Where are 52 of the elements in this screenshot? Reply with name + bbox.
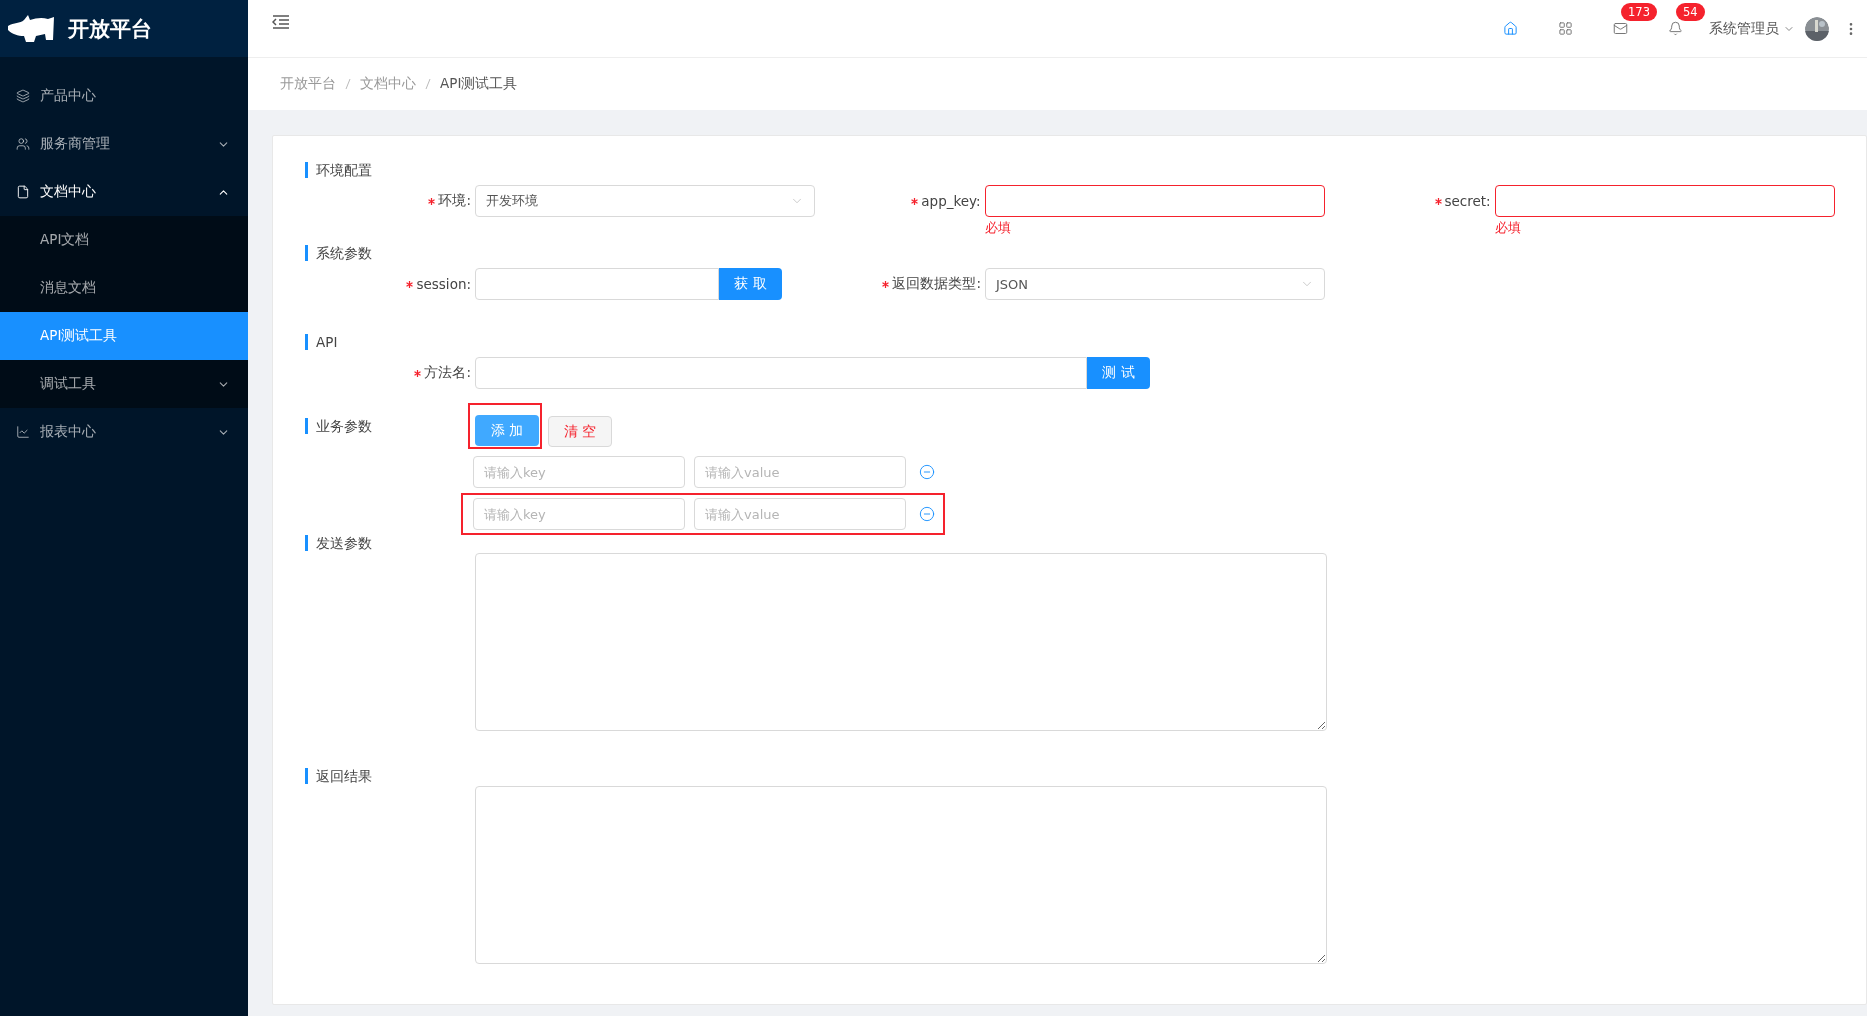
breadcrumb-item: API测试工具 xyxy=(440,75,518,93)
field-label: app_key: xyxy=(921,193,981,209)
select-field[interactable]: JSON xyxy=(985,268,1325,300)
layers-icon xyxy=(16,89,30,103)
separator-icon xyxy=(424,78,432,90)
collapse-menu-icon[interactable] xyxy=(272,14,290,30)
value-field[interactable]: 请输入value xyxy=(694,498,906,530)
error-text: 必填 xyxy=(1494,219,1522,237)
required-icon xyxy=(882,280,890,288)
mail-icon[interactable] xyxy=(1613,21,1628,36)
key-field[interactable]: 请输入key xyxy=(473,498,685,530)
home-icon[interactable] xyxy=(1503,21,1518,36)
remove-icon[interactable] xyxy=(919,506,935,522)
menu-item[interactable]: 产品中心 xyxy=(0,72,248,120)
field-label: secret: xyxy=(1444,193,1491,209)
field-label: session: xyxy=(416,276,471,292)
field-label: 返回数据类型: xyxy=(892,275,981,293)
required-icon xyxy=(414,369,422,377)
grid-icon[interactable] xyxy=(1558,21,1573,36)
key-field[interactable]: 请输入key xyxy=(473,456,685,488)
file-icon xyxy=(16,185,30,199)
count-badge: 173 xyxy=(1621,3,1657,21)
section-title: 返回结果 xyxy=(305,768,372,784)
value-field[interactable]: 请输入value xyxy=(694,456,906,488)
user-menu[interactable]: 系统管理员 xyxy=(1709,19,1795,38)
section-title: API xyxy=(305,334,338,350)
menu-item[interactable]: 文档中心 xyxy=(0,168,248,216)
error-text: 必填 xyxy=(984,219,1012,237)
bell-icon[interactable] xyxy=(1668,21,1683,36)
logo-icon xyxy=(6,13,56,44)
field-label: 方法名: xyxy=(424,364,471,382)
select-field[interactable]: 开发环境 xyxy=(475,185,815,217)
clear-button[interactable]: 清 空 xyxy=(548,416,612,447)
section-title: 环境配置 xyxy=(305,162,372,178)
count-badge: 54 xyxy=(1676,3,1705,21)
section-title: 发送参数 xyxy=(305,535,372,551)
menu-item[interactable]: 报表中心 xyxy=(0,408,248,456)
menu-item[interactable]: 服务商管理 xyxy=(0,120,248,168)
input-field[interactable] xyxy=(984,185,1325,217)
separator-icon xyxy=(344,78,352,90)
required-icon xyxy=(911,197,919,205)
input-field[interactable] xyxy=(1494,185,1835,217)
chart-icon xyxy=(16,425,30,439)
required-icon xyxy=(428,197,436,205)
section-title: 业务参数 xyxy=(305,418,372,434)
remove-icon[interactable] xyxy=(919,464,935,480)
field-label: 环境: xyxy=(438,192,471,210)
required-icon xyxy=(1434,197,1442,205)
brand-name: 开放平台 xyxy=(68,15,152,43)
required-icon xyxy=(406,280,414,288)
section-title: 系统参数 xyxy=(305,245,372,261)
group-icon xyxy=(16,137,30,151)
